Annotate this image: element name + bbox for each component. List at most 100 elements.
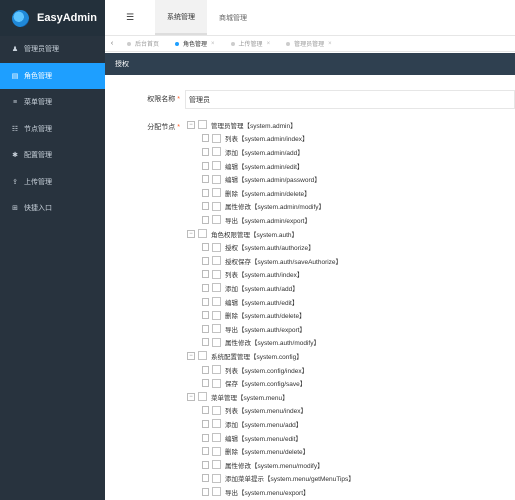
node-checkbox[interactable] (212, 188, 221, 198)
tree-node-item: 编辑【system.admin/edit】 (202, 159, 303, 173)
node-checkbox[interactable] (212, 269, 221, 279)
leaf-node-icon (202, 202, 209, 211)
node-checkbox[interactable] (212, 487, 221, 497)
node-checkbox[interactable] (212, 310, 221, 320)
node-checkbox[interactable] (212, 473, 221, 483)
leaf-node-icon (202, 311, 209, 320)
tree-node-label: 添加【system.auth/add】 (225, 285, 299, 293)
node-checkbox[interactable] (212, 133, 221, 143)
collapse-icon[interactable]: − (187, 229, 195, 238)
sidebar-item-label: 快捷入口 (24, 205, 52, 213)
node-checkbox[interactable] (198, 229, 207, 239)
sidebar-item-icon: ≡ (12, 98, 18, 106)
tree-node-item: 删除【system.admin/delete】 (202, 186, 311, 200)
close-tab-icon[interactable]: × (328, 41, 332, 47)
tree-node-item: 列表【system.admin/index】 (202, 132, 308, 146)
node-checkbox[interactable] (212, 446, 221, 456)
page-tab-bar: ‹ 后台首页 角色管理 × 上传管理 × 管理员管理 × (105, 36, 515, 52)
page-tab-label: 后台首页 (135, 42, 160, 48)
tree-node-item: 导出【system.admin/export】 (202, 213, 311, 227)
tree-node-item: 删除【system.menu/delete】 (202, 444, 309, 458)
top-module-tab[interactable]: 商城管理 (207, 0, 259, 35)
node-checkbox[interactable] (212, 283, 221, 293)
node-checkbox[interactable] (212, 256, 221, 266)
authorize-form: 权限名称* 分配节点* − 管理员管理【system.admin】列表【syste… (105, 75, 515, 500)
node-checkbox[interactable] (198, 120, 207, 130)
collapse-icon[interactable]: − (187, 351, 195, 360)
leaf-node-icon (202, 256, 209, 265)
sidebar: EasyAdmin ♟ 管理员管理 ▤ 角色管理 ≡ 菜单管理 ☷ 节点管理 ✱ 配置管理 ⇪ 上传管… (0, 0, 105, 500)
sidebar-item-icon: ⇪ (12, 178, 18, 186)
node-checkbox[interactable] (198, 351, 207, 361)
tree-node-group: − 菜单管理【system.menu】 (187, 390, 289, 404)
page-tab[interactable]: 角色管理 × (167, 36, 223, 52)
tree-node-item: 列表【system.config/index】 (202, 363, 308, 377)
sidebar-item-icon: ▤ (11, 72, 19, 80)
sidebar-item-label: 管理员管理 (24, 46, 59, 54)
node-checkbox[interactable] (212, 161, 221, 171)
page-tab[interactable]: 后台首页 (119, 36, 167, 52)
node-checkbox[interactable] (198, 392, 207, 402)
leaf-node-icon (202, 134, 209, 143)
node-checkbox[interactable] (212, 297, 221, 307)
node-checkbox[interactable] (212, 405, 221, 415)
brand[interactable]: EasyAdmin (0, 0, 105, 36)
tabs-scroll-left-button[interactable]: ‹ (105, 40, 119, 47)
node-checkbox[interactable] (212, 365, 221, 375)
page-tab[interactable]: 上传管理 × (223, 36, 279, 52)
leaf-node-icon (202, 406, 209, 415)
leaf-node-icon (202, 447, 209, 456)
top-module-tab[interactable]: 系统管理 (155, 0, 207, 35)
node-checkbox[interactable] (212, 201, 221, 211)
tree-node-item: 删除【system.auth/delete】 (202, 308, 306, 322)
sidebar-item[interactable]: ≡ 菜单管理 (0, 89, 105, 116)
node-checkbox[interactable] (212, 378, 221, 388)
page-tab-label: 上传管理 (238, 42, 263, 48)
tree-node-label: 属性修改【system.auth/modify】 (225, 340, 320, 348)
tree-node-label: 删除【system.auth/delete】 (225, 313, 306, 321)
page-tab-label: 管理员管理 (294, 42, 325, 48)
tree-node-label: 管理员管理【system.admin】 (211, 122, 297, 130)
role-name-label: 权限名称 * (147, 96, 180, 103)
tree-node-label: 添加【system.menu/add】 (225, 421, 303, 429)
collapse-icon[interactable]: − (187, 120, 195, 129)
tree-node-label: 授权保存【system.auth/saveAuthorize】 (225, 258, 343, 266)
node-checkbox[interactable] (212, 460, 221, 470)
node-checkbox[interactable] (212, 215, 221, 225)
close-tab-icon[interactable]: × (211, 41, 215, 47)
page-tab[interactable]: 管理员管理 × (278, 36, 340, 52)
sidebar-item-label: 菜单管理 (24, 99, 52, 107)
node-checkbox[interactable] (212, 419, 221, 429)
node-checkbox[interactable] (212, 324, 221, 334)
tree-node-label: 删除【system.menu/delete】 (225, 449, 310, 457)
sidebar-item[interactable]: ⇪ 上传管理 (0, 169, 105, 196)
tab-dot-icon (230, 41, 235, 46)
sidebar-item-icon: ✱ (12, 152, 18, 160)
tab-dot-icon (127, 41, 131, 46)
node-checkbox[interactable] (212, 147, 221, 157)
tree-node-label: 编辑【system.menu/edit】 (225, 435, 302, 443)
top-module-tabs: 系统管理 商城管理 (155, 0, 259, 35)
sidebar-item[interactable]: ▤ 角色管理 (0, 62, 105, 89)
sidebar-item[interactable]: ♟ 管理员管理 (0, 36, 105, 63)
leaf-node-icon (202, 147, 209, 156)
tree-node-item: 添加【system.auth/add】 (202, 281, 299, 295)
tree-node-label: 删除【system.admin/delete】 (225, 190, 311, 198)
node-checkbox[interactable] (212, 174, 221, 184)
tab-dot-icon (175, 41, 180, 46)
tree-node-item: 属性修改【system.auth/modify】 (202, 336, 320, 350)
leaf-node-icon (202, 175, 209, 184)
sidebar-item[interactable]: ⊞ 快捷入口 (0, 195, 105, 222)
tree-node-label: 导出【system.auth/export】 (225, 326, 306, 334)
sidebar-item[interactable]: ☷ 节点管理 (0, 116, 105, 143)
node-checkbox[interactable] (212, 433, 221, 443)
role-name-input[interactable] (185, 90, 515, 109)
close-tab-icon[interactable]: × (267, 41, 271, 47)
leaf-node-icon (202, 215, 209, 224)
sidebar-item[interactable]: ✱ 配置管理 (0, 142, 105, 169)
node-checkbox[interactable] (212, 242, 221, 252)
sidebar-toggle-button[interactable]: ☰ (105, 0, 155, 35)
collapse-icon[interactable]: − (187, 392, 195, 401)
tree-node-item: 属性修改【system.menu/modify】 (202, 458, 324, 472)
node-checkbox[interactable] (212, 337, 221, 347)
